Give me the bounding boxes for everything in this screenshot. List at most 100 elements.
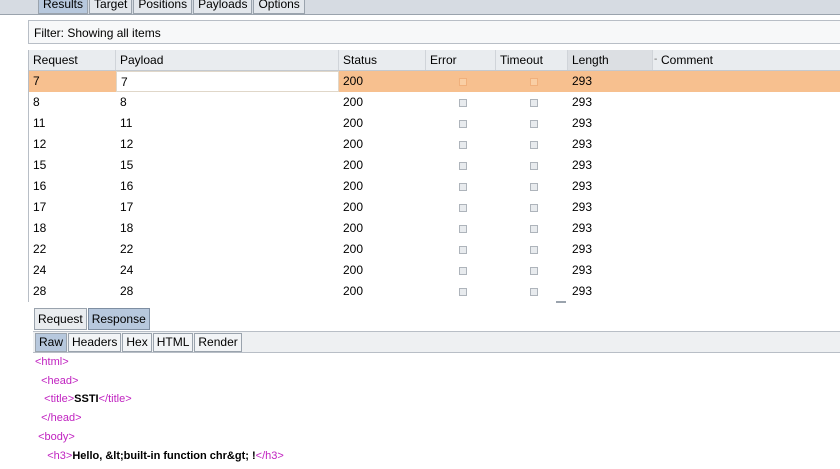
column-header-status[interactable]: Status xyxy=(339,50,426,70)
cell-payload: 8 xyxy=(120,95,127,109)
cell-status: 200 xyxy=(343,95,364,109)
timeout-checkbox xyxy=(530,141,538,149)
tab-target[interactable]: Target xyxy=(89,0,133,14)
table-row[interactable]: 24 24 200 293 xyxy=(29,260,840,281)
column-header-timeout[interactable]: Timeout xyxy=(496,50,568,70)
filter-bar[interactable]: Filter: Showing all items xyxy=(28,20,840,44)
tab-options[interactable]: Options xyxy=(253,0,305,14)
table-row[interactable]: 15 15 200 293 xyxy=(29,155,840,176)
response-body[interactable]: <html> <head> <title>SSTI</title> </head… xyxy=(35,353,840,465)
code-line: <title>SSTI</title> xyxy=(35,390,840,409)
cell-length: 293 xyxy=(572,263,593,277)
tab-results[interactable]: Results xyxy=(38,0,89,14)
cell-status: 200 xyxy=(343,263,364,277)
cell-payload: 17 xyxy=(120,200,134,214)
timeout-checkbox xyxy=(530,78,538,86)
cell-request: 12 xyxy=(33,137,47,151)
column-header-length[interactable]: Length xyxy=(568,50,653,70)
split-divider-handle[interactable] xyxy=(556,301,566,303)
table-row[interactable]: 16 16 200 293 xyxy=(29,176,840,197)
cell-status: 200 xyxy=(343,74,364,88)
cell-payload: 28 xyxy=(120,284,134,298)
cell-status: 200 xyxy=(343,221,364,235)
table-row[interactable]: 11 11 200 293 xyxy=(29,113,840,134)
cell-request: 18 xyxy=(33,221,47,235)
cell-length: 293 xyxy=(572,74,593,88)
error-checkbox xyxy=(459,183,467,191)
cell-payload: 22 xyxy=(120,242,134,256)
cell-payload: 15 xyxy=(120,158,134,172)
tab-response[interactable]: Response xyxy=(87,308,150,330)
cell-request: 28 xyxy=(33,284,47,298)
cell-status: 200 xyxy=(343,137,364,151)
error-checkbox xyxy=(459,141,467,149)
cell-payload: 18 xyxy=(120,221,134,235)
error-checkbox xyxy=(459,267,467,275)
html-tag: <title> xyxy=(44,393,75,406)
tab-html[interactable]: HTML xyxy=(152,333,194,352)
error-checkbox xyxy=(459,288,467,296)
cell-status: 200 xyxy=(343,242,364,256)
error-checkbox xyxy=(459,204,467,212)
html-tag: <html> xyxy=(35,356,69,368)
cell-length: 293 xyxy=(572,179,593,193)
code-line: <h3>Hello, &lt;built-in function chr&gt;… xyxy=(35,447,840,466)
html-tag: <head> xyxy=(41,374,79,387)
tab-positions[interactable]: Positions xyxy=(133,0,193,14)
table-row[interactable]: 8 8 200 293 xyxy=(29,92,840,113)
timeout-checkbox xyxy=(530,288,538,296)
error-checkbox xyxy=(459,162,467,170)
cell-payload: 16 xyxy=(120,179,134,193)
cell-length: 293 xyxy=(572,95,593,109)
cell-length: 293 xyxy=(572,158,593,172)
tab-render[interactable]: Render xyxy=(194,333,242,352)
table-row[interactable]: 17 17 200 293 xyxy=(29,197,840,218)
timeout-checkbox xyxy=(530,246,538,254)
cell-length: 293 xyxy=(572,284,593,298)
results-panel: Filter: Showing all items Request Payloa… xyxy=(28,15,840,469)
column-header-comment[interactable]: Comment xyxy=(657,50,840,70)
cell-status: 200 xyxy=(343,179,364,193)
tab-headers[interactable]: Headers xyxy=(68,333,122,352)
html-tag: </h3> xyxy=(255,449,284,462)
column-header-payload[interactable]: Payload xyxy=(116,50,339,70)
code-text: SSTI xyxy=(74,393,99,406)
code-line: <head> xyxy=(35,372,840,391)
table-row[interactable]: 28 28 200 293 xyxy=(29,281,840,302)
timeout-checkbox xyxy=(530,162,538,170)
tab-raw[interactable]: Raw xyxy=(35,333,68,352)
top-tab-bar: Results Target Positions Payloads Option… xyxy=(0,0,840,15)
cell-request: 16 xyxy=(33,179,47,193)
code-text: Hello, &lt;built-in function chr&gt; ! xyxy=(72,449,256,462)
request-response-tabs: Request Response xyxy=(34,308,151,330)
column-header-request[interactable]: Request xyxy=(29,50,116,70)
table-row[interactable]: 12 12 200 293 xyxy=(29,134,840,155)
cell-request: 8 xyxy=(33,95,40,109)
tab-payloads[interactable]: Payloads xyxy=(193,0,253,14)
tab-request[interactable]: Request xyxy=(34,308,87,330)
table-row[interactable]: 22 22 200 293 xyxy=(29,239,840,260)
code-line: </head> xyxy=(35,409,840,428)
html-tag: </head> xyxy=(41,412,82,425)
table-row[interactable]: 7 7 200 293 xyxy=(29,71,840,92)
tab-hex[interactable]: Hex xyxy=(122,333,152,352)
cell-length: 293 xyxy=(572,242,593,256)
timeout-checkbox xyxy=(530,183,538,191)
results-table: Request Payload Status Error Timeout Len… xyxy=(28,50,840,302)
timeout-checkbox xyxy=(530,99,538,107)
cell-request: 15 xyxy=(33,158,47,172)
top-tabs: Results Target Positions Payloads Option… xyxy=(38,0,306,14)
timeout-checkbox xyxy=(530,204,538,212)
cell-length: 293 xyxy=(572,137,593,151)
error-checkbox xyxy=(459,78,467,86)
cell-request: 22 xyxy=(33,242,47,256)
view-tabs: Raw Headers Hex HTML Render xyxy=(35,333,243,352)
cell-status: 200 xyxy=(343,116,364,130)
table-row[interactable]: 18 18 200 293 xyxy=(29,218,840,239)
view-tab-bar: Raw Headers Hex HTML Render xyxy=(33,331,840,353)
table-header: Request Payload Status Error Timeout Len… xyxy=(29,50,840,71)
column-header-error[interactable]: Error xyxy=(426,50,496,70)
code-line: <body> xyxy=(35,428,840,447)
cell-request: 17 xyxy=(33,200,47,214)
